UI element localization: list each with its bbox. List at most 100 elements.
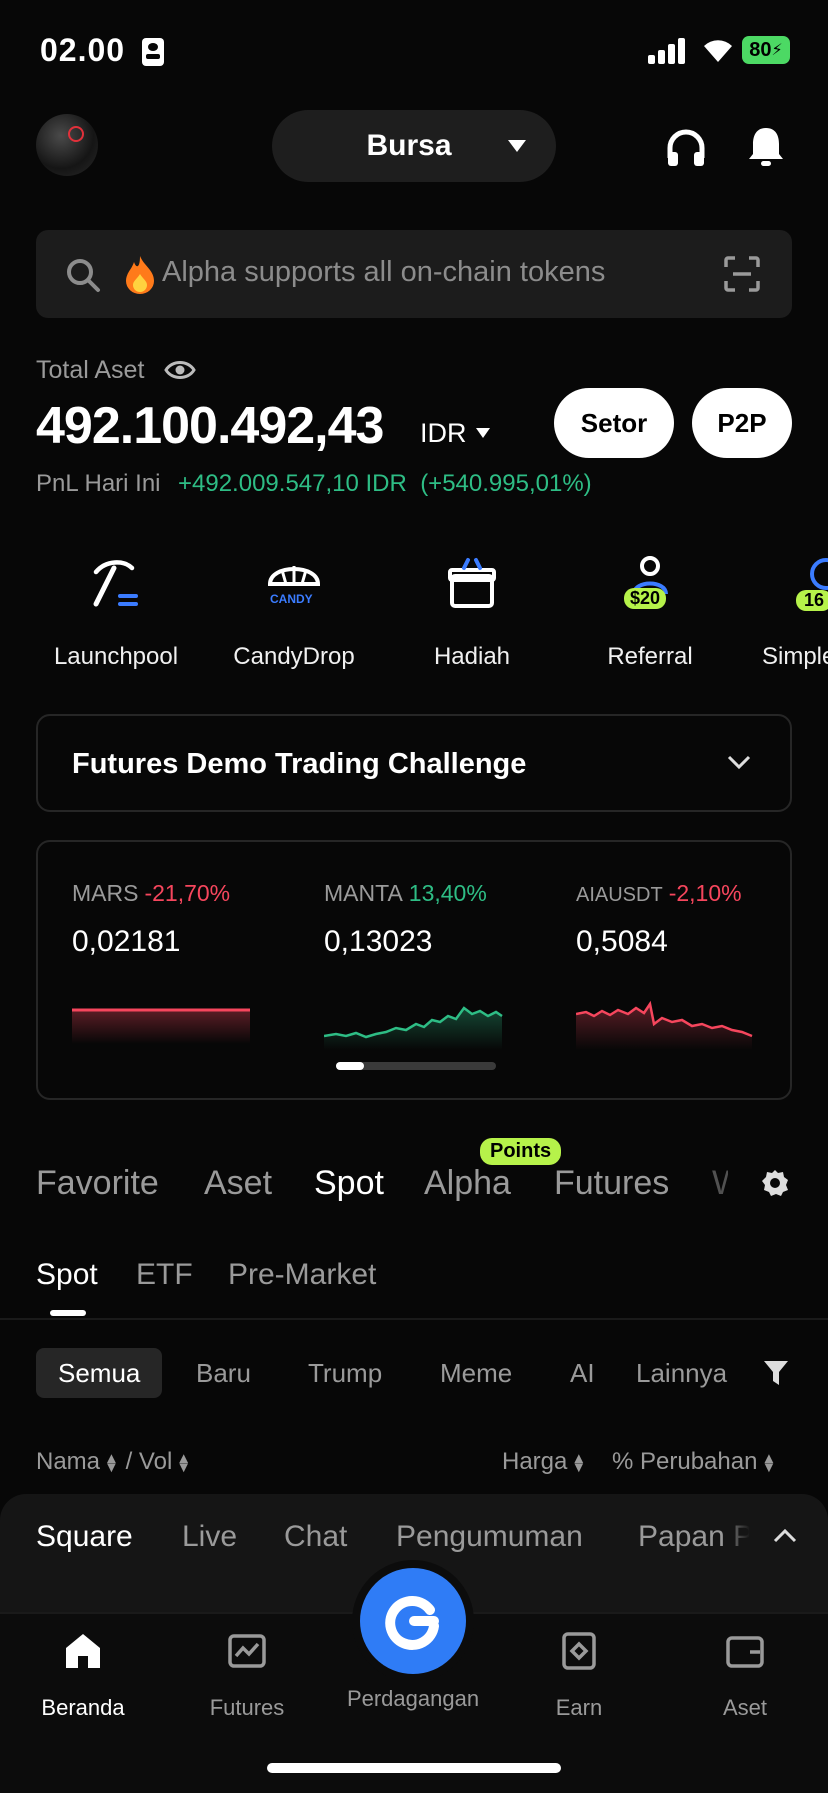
ticker-carousel[interactable]: MARS -21,70% 0,02181 MANTA 13,40% 0,13023 …	[36, 840, 792, 1100]
tab-live[interactable]: Live	[182, 1520, 237, 1554]
shortcut-label: Simple	[762, 643, 828, 670]
pnl-value: +492.009.547,10 IDR (+540.995,01%)	[178, 470, 592, 498]
subtab-premarket[interactable]: Pre-Market	[228, 1258, 376, 1292]
headset-icon[interactable]	[664, 126, 708, 170]
ticker-sparkline	[72, 1008, 250, 1044]
tab-chat[interactable]: Chat	[284, 1520, 347, 1554]
ticker-card[interactable]: AIAUSDT -2,10% 0,5084	[576, 880, 790, 1050]
nav-label: Aset	[722, 1695, 768, 1720]
exchange-label: Bursa	[366, 129, 452, 162]
bell-icon[interactable]	[744, 124, 788, 168]
search-icon	[67, 259, 100, 292]
ticker-card[interactable]: MARS -21,70% 0,02181	[72, 880, 302, 1044]
ticker-symbol: AIAUSDT	[576, 884, 663, 906]
filter-trump[interactable]: Trump	[286, 1348, 404, 1398]
currency-caret-icon[interactable]	[476, 428, 490, 438]
challenge-banner[interactable]: Futures Demo Trading Challenge	[36, 714, 792, 812]
exchange-selector[interactable]: Bursa	[272, 110, 556, 182]
ticker-card[interactable]: MANTA 13,40% 0,13023	[324, 880, 554, 1050]
trade-button[interactable]	[360, 1568, 466, 1674]
id-card-icon	[142, 38, 164, 66]
shortcut-hadiah[interactable]: Hadiah	[392, 554, 552, 671]
shortcut-label: Referral	[607, 643, 693, 670]
sort-icon: ▲ ▼	[104, 1449, 119, 1476]
scan-icon[interactable]	[724, 256, 760, 292]
points-badge: Points	[480, 1138, 562, 1165]
tab-alpha[interactable]: Alpha	[424, 1164, 511, 1203]
subtab-indicator	[50, 1310, 86, 1316]
filter-lainnya[interactable]: Lainnya	[614, 1348, 749, 1398]
home-indicator	[267, 1763, 561, 1773]
caret-down-icon	[508, 140, 526, 152]
column-separator: /	[125, 1448, 133, 1475]
tab-spot[interactable]: Spot	[314, 1164, 384, 1203]
filter-icon[interactable]	[762, 1358, 790, 1388]
chevron-down-icon	[727, 755, 751, 770]
nav-earn[interactable]: Earn	[504, 1630, 654, 1721]
shortcut-simple[interactable]: 16 Simple	[748, 554, 828, 671]
filter-ai[interactable]: AI	[548, 1348, 617, 1398]
search-bar[interactable]: Alpha supports all on-chain tokens	[36, 230, 792, 318]
filter-meme[interactable]: Meme	[418, 1348, 534, 1398]
deposit-button[interactable]: Setor	[554, 388, 674, 458]
pnl-amount: +492.009.547,10 IDR	[178, 470, 407, 497]
nav-aset[interactable]: Aset	[670, 1630, 820, 1721]
battery-indicator: 80 ⚡	[742, 36, 790, 64]
column-price[interactable]: Harga ▲ ▼	[502, 1448, 586, 1476]
status-time: 02.00	[40, 32, 126, 68]
referral-badge: $20	[624, 588, 667, 609]
column-change[interactable]: % Perubahan ▲ ▼	[612, 1448, 776, 1476]
nav-perdagangan[interactable]: Perdagangan	[338, 1686, 488, 1712]
ticker-change: 13,40%	[408, 880, 487, 906]
gear-icon[interactable]	[760, 1168, 790, 1198]
column-vol: Vol	[138, 1448, 173, 1475]
column-name-vol[interactable]: Nama ▲ ▼ / Vol ▲ ▼	[36, 1448, 191, 1476]
divider	[0, 1318, 828, 1320]
pickaxe-icon	[93, 560, 138, 607]
ticker-sparkline	[324, 1006, 503, 1050]
challenge-title: Futures Demo Trading Challenge	[72, 748, 527, 780]
ticker-change: -21,70%	[144, 880, 231, 906]
tab-futures[interactable]: Futures	[554, 1164, 669, 1203]
shortcut-referral[interactable]: $20 Referral	[570, 554, 730, 671]
total-asset-label: Total Aset	[36, 356, 144, 385]
nav-beranda[interactable]: Beranda	[8, 1630, 158, 1721]
fire-icon	[126, 256, 154, 294]
tab-pengumuman[interactable]: Pengumuman	[396, 1520, 583, 1554]
tab-favorite[interactable]: Favorite	[36, 1164, 159, 1203]
sort-icon: ▲ ▼	[571, 1449, 587, 1476]
nav-label: Futures	[209, 1695, 285, 1720]
subtab-etf[interactable]: ETF	[136, 1258, 193, 1292]
chevron-up-icon[interactable]	[772, 1526, 798, 1546]
eye-icon[interactable]	[164, 358, 196, 382]
home-icon	[66, 1634, 100, 1668]
wallet-icon	[726, 1636, 764, 1668]
column-change-label: % Perubahan	[612, 1448, 758, 1475]
avatar[interactable]	[36, 114, 98, 176]
asset-currency[interactable]: IDR	[420, 418, 467, 449]
total-asset-text: Total Aset	[36, 356, 145, 384]
battery-level: 80	[749, 38, 772, 61]
filter-baru[interactable]: Baru	[174, 1348, 273, 1398]
pnl-label: PnL Hari Ini	[36, 470, 161, 497]
shortcut-label: Launchpool	[53, 643, 179, 670]
filter-semua[interactable]: Semua	[36, 1348, 163, 1398]
tab-aset[interactable]: Aset	[204, 1164, 272, 1203]
column-price-label: Harga	[502, 1448, 568, 1475]
ticker-symbol: MANTA	[324, 880, 403, 906]
nav-futures[interactable]: Futures	[172, 1630, 322, 1721]
shortcut-candydrop[interactable]: CANDY CandyDrop	[214, 554, 374, 671]
simple-badge: 16	[796, 590, 828, 611]
ticker-sparkline	[576, 1000, 753, 1050]
column-name: Nama	[36, 1448, 101, 1475]
nav-label: Perdagangan	[346, 1686, 480, 1711]
candy-badge: CANDY	[270, 592, 313, 606]
p2p-button[interactable]: P2P	[692, 388, 792, 458]
pnl-percent: (+540.995,01%)	[420, 470, 592, 497]
tab-square[interactable]: Square	[36, 1520, 133, 1554]
tab-more[interactable]: W	[712, 1164, 728, 1203]
shortcut-launchpool[interactable]: Launchpool	[36, 554, 196, 671]
wifi-icon	[704, 40, 732, 62]
tab-papan[interactable]: Papan P	[638, 1520, 750, 1554]
subtab-spot[interactable]: Spot	[36, 1258, 98, 1292]
